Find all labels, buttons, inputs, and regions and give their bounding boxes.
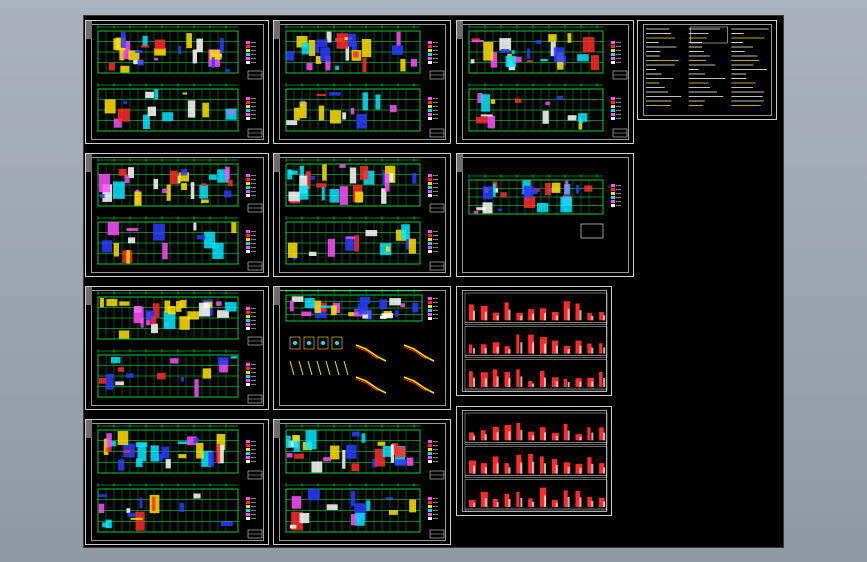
drawing-sheet-plan-r2c2[interactable] [273, 153, 451, 277]
sheet-drawing [285, 25, 445, 138]
drawing-sheet-section-r4c3[interactable] [456, 406, 612, 516]
drawing-sheet-plan-r4c1[interactable] [85, 419, 269, 545]
drawing-sheet-plan-r1c1[interactable] [85, 20, 269, 144]
drawing-sheet-section-r3c3[interactable] [456, 286, 612, 396]
sheet-drawing [97, 424, 263, 539]
drawing-sheet-plan-r2c1[interactable] [85, 153, 269, 277]
drawing-sheet-plan-r2c3[interactable] [456, 153, 634, 277]
sheet-drawing [464, 412, 608, 512]
sheet-drawing [97, 158, 263, 271]
sheet-drawing [468, 174, 621, 239]
sheet-drawing [285, 289, 438, 394]
sheet-drawing [97, 291, 263, 404]
drawing-sheet-plan-r1c2[interactable] [273, 20, 451, 144]
drawing-sheet-notes-r1c4[interactable] [637, 20, 777, 120]
sheet-drawing [464, 292, 608, 392]
drawing-sheet-plan-r4c2[interactable] [273, 419, 451, 545]
drawing-sheet-plan-r1c3[interactable] [456, 20, 634, 144]
sheet-drawing [646, 26, 769, 106]
drawing-sheet-plan-r3c1[interactable] [85, 286, 269, 410]
drawing-sheet-detail-r3c2[interactable] [273, 286, 451, 410]
sheet-drawing [97, 25, 263, 138]
sheet-drawing [468, 25, 628, 138]
sheet-drawing [285, 158, 445, 271]
sheet-drawing [285, 424, 445, 539]
drawing-canvas[interactable] [83, 15, 784, 548]
